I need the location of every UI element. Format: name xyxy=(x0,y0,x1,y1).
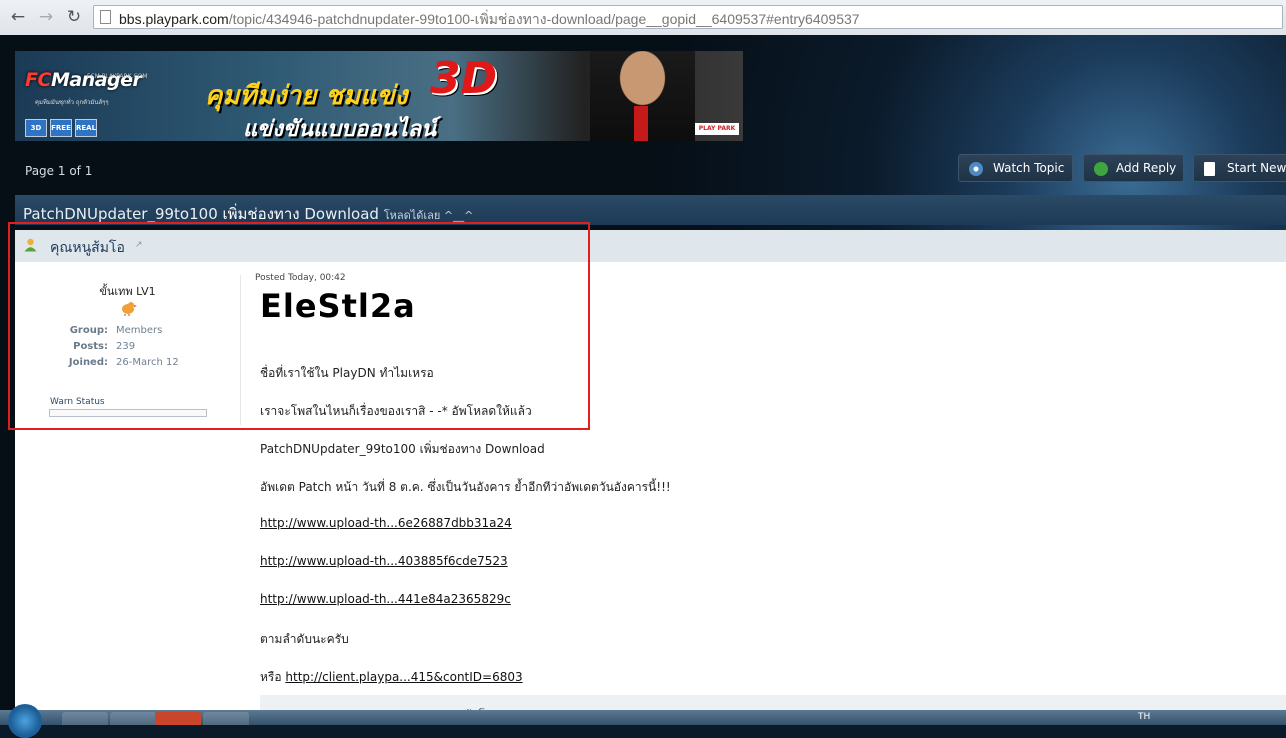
url-text[interactable]: bbs.playpark.com/topic/434946-patchdnupd… xyxy=(119,9,860,31)
reload-icon[interactable]: ↻ xyxy=(64,7,84,27)
download-link-2[interactable]: http://www.upload-th...403885f6cde7523 xyxy=(260,554,508,568)
logo-small-text: FCM.PLAYPARK.COM xyxy=(87,73,148,80)
external-link-icon[interactable]: ↗ xyxy=(135,240,143,250)
post-line: PatchDNUpdater_99to100 เพิ่มช่องทาง Down… xyxy=(260,442,545,456)
windows-taskbar: TH xyxy=(0,704,1286,738)
post-line: ตามลำดับนะครับ xyxy=(260,632,349,646)
download-link-1[interactable]: http://www.upload-th...6e26887dbb31a24 xyxy=(260,516,512,530)
badge-3d: 3D xyxy=(25,119,47,137)
page-icon xyxy=(100,10,111,24)
page-count: Page 1 of 1 xyxy=(25,164,93,178)
user-icon xyxy=(24,238,37,252)
browser-toolbar: ← → ↻ bbs.playpark.com/topic/434946-patc… xyxy=(0,0,1286,36)
post-container: คุณหนูส้มโอ ↗ ขั้นเทพ LV1 Group: Members … xyxy=(15,230,1286,721)
download-link-3[interactable]: http://www.upload-th...441e84a2365829c xyxy=(260,592,511,606)
post-line: ชื่อที่เราใช้ใน PlayDN ทำไมเหรอ xyxy=(260,366,434,380)
watch-icon xyxy=(969,162,983,176)
taskbar-item[interactable] xyxy=(62,712,108,725)
address-bar[interactable]: bbs.playpark.com/topic/434946-patchdnupd… xyxy=(93,5,1283,29)
topic-title-bar: PatchDNUpdater_99to100 เพิ่มช่องทาง Down… xyxy=(15,195,1286,225)
post-line: อัพเดต Patch หน้า วันที่ 8 ต.ค. ซึ่งเป็น… xyxy=(260,480,671,494)
author-panel: ขั้นเทพ LV1 Group: Members Posts: 239 Join… xyxy=(15,262,240,427)
post-line: เราจะโพสในไหนก็เรื่องของเราสิ - -* อัพโห… xyxy=(260,404,532,418)
taskbar-item[interactable] xyxy=(110,712,156,725)
taskbar-item[interactable] xyxy=(155,712,201,725)
banner-headline: คุมทีมง่าย ชมแข่ง xyxy=(205,81,408,111)
badge-real: REAL xyxy=(75,119,97,137)
fcmanager-banner[interactable]: FCManager FCM.PLAYPARK.COM คุมทีมมันซุกท… xyxy=(15,51,743,141)
add-reply-button[interactable]: Add Reply xyxy=(1083,154,1184,182)
taskbar-item[interactable] xyxy=(203,712,249,725)
author-rank: ขั้นเทพ LV1 xyxy=(99,285,156,298)
new-topic-icon xyxy=(1204,162,1215,176)
post-author-name[interactable]: คุณหนูส้มโอ xyxy=(50,237,125,259)
post-date: Posted Today, 00:42 xyxy=(255,273,346,283)
forward-icon[interactable]: → xyxy=(36,7,56,27)
banner-subline: แข่งขันแบบออนไลน์ xyxy=(243,117,437,141)
reply-icon xyxy=(1094,162,1108,176)
rank-bird-icon xyxy=(122,302,137,316)
post-big-text: EleStl2a xyxy=(260,287,416,325)
warn-status-bar xyxy=(49,409,207,417)
post-header: คุณหนูส้มโอ ↗ xyxy=(15,230,1286,262)
badge-free: FREE xyxy=(50,119,72,137)
warn-status-label: Warn Status xyxy=(50,397,105,407)
post-divider xyxy=(240,275,241,425)
client-download-link[interactable]: http://client.playpa...415&contID=6803 xyxy=(285,670,522,684)
banner-person-image xyxy=(590,51,695,141)
topic-title: PatchDNUpdater_99to100 เพิ่มช่องทาง Down… xyxy=(23,205,474,223)
banner-3d: 3D xyxy=(430,53,498,104)
playpark-logo: PLAY PARK xyxy=(695,123,739,135)
logo-tagline: คุมทีมมันซุกทั่ว ถุกตัวมันส์ๆๆ xyxy=(35,99,109,106)
language-indicator[interactable]: TH xyxy=(1138,712,1150,722)
start-new-topic-button[interactable]: Start New T xyxy=(1193,154,1286,182)
watch-topic-button[interactable]: Watch Topic xyxy=(958,154,1073,182)
back-icon[interactable]: ← xyxy=(8,7,28,27)
start-button[interactable] xyxy=(8,704,42,738)
client-link-line: หรือ http://client.playpa...415&contID=6… xyxy=(260,670,523,684)
